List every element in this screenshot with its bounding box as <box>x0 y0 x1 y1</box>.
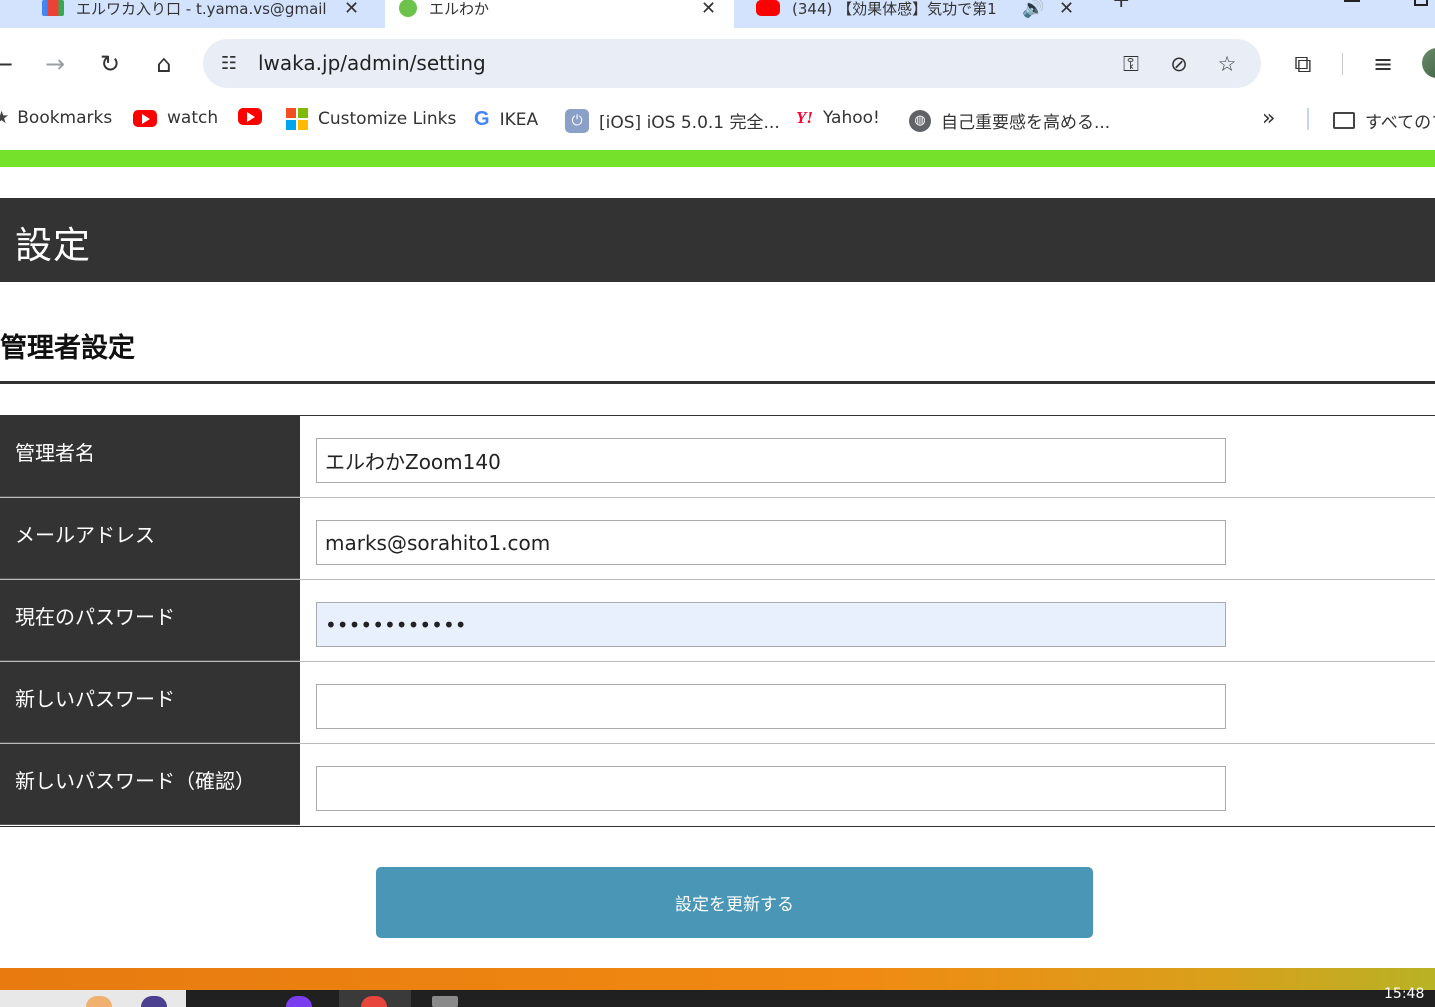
accent-bar <box>0 150 1435 167</box>
taskbar: 15:48 <box>0 986 1435 1007</box>
close-icon[interactable]: ✕ <box>1059 0 1074 19</box>
form-row-new-password: 新しいパスワード <box>0 662 1435 744</box>
close-icon[interactable]: ✕ <box>701 0 716 19</box>
update-settings-button[interactable]: 設定を更新する <box>376 867 1093 938</box>
url-text[interactable]: lwaka.jp/admin/setting <box>258 51 486 75</box>
bookmark-item[interactable]: G IKEA <box>474 108 538 131</box>
field-label: 新しいパスワード <box>0 662 300 743</box>
site-settings-icon[interactable]: ☷ <box>217 51 241 75</box>
section-title: 管理者設定 <box>0 333 135 364</box>
page-header: 設定 <box>0 198 1435 282</box>
tab-strip: エルワカ入り口 - t.yama.vs@gmail ✕ エルわか ✕ (344)… <box>0 0 1435 28</box>
chevron-right-double-icon[interactable]: » <box>1262 106 1275 131</box>
tab-gmail[interactable]: エルワカ入り口 - t.yama.vs@gmail ✕ <box>0 0 385 28</box>
gmail-icon <box>42 0 64 16</box>
folder-icon <box>1333 112 1355 129</box>
avatar[interactable] <box>1422 48 1435 78</box>
bookmark-label: Bookmarks <box>17 108 113 128</box>
form-row-current-password: 現在のパスワード <box>0 580 1435 662</box>
bookmark-item[interactable]: ⏻ [iOS] iOS 5.0.1 完全... <box>565 108 780 133</box>
new-password-input[interactable] <box>316 684 1226 729</box>
google-icon: G <box>474 108 490 130</box>
star-icon[interactable]: ☆ <box>1212 49 1242 79</box>
bookmark-item[interactable]: Y! Yahoo! <box>796 108 880 128</box>
admin-name-input[interactable] <box>316 438 1226 483</box>
bookmark-item[interactable]: watch <box>133 108 218 128</box>
microsoft-icon <box>286 108 308 130</box>
reload-icon[interactable]: ↻ <box>95 49 125 79</box>
speaker-icon[interactable]: 🔊 <box>1022 0 1044 19</box>
youtube-icon <box>133 109 157 127</box>
field-label: 現在のパスワード <box>0 580 300 661</box>
form-row-confirm-password: 新しいパスワード（確認） <box>0 744 1435 825</box>
browser-toolbar: ← → ↻ ⌂ ☷ lwaka.jp/admin/setting ⚿ ⊘ ☆ ⧉… <box>0 28 1435 98</box>
page-title: 設定 <box>15 224 91 267</box>
field-label: 新しいパスワード（確認） <box>0 744 300 825</box>
close-icon[interactable]: ✕ <box>344 0 359 19</box>
tab-title: エルわか <box>429 0 490 18</box>
app-icon[interactable] <box>432 996 458 1007</box>
bookmark-label: 自己重要感を高める... <box>941 113 1111 133</box>
bookmark-item[interactable]: ◍ 自己重要感を高める... <box>909 108 1110 133</box>
globe-icon: ◍ <box>909 109 931 132</box>
star-icon: ★ <box>0 108 10 128</box>
app-icon[interactable] <box>86 996 112 1007</box>
all-bookmarks-button[interactable]: すべてのブ <box>1333 108 1435 133</box>
bookmarks-bar: ★ Bookmarks watch Customize Links G IKEA… <box>0 98 1435 142</box>
app-icon[interactable] <box>286 996 312 1007</box>
bookmark-item[interactable]: Customize Links <box>286 108 456 130</box>
field-label: メールアドレス <box>0 498 300 579</box>
chrome-icon[interactable] <box>361 996 387 1007</box>
email-input[interactable] <box>316 520 1226 565</box>
section-divider <box>0 381 1435 384</box>
all-bookmarks-label: すべてのブ <box>1365 113 1435 133</box>
home-icon[interactable]: ⌂ <box>149 49 179 79</box>
bookmarks-divider <box>1307 108 1309 130</box>
tab-title: (344) 【効果体感】気功で第1 <box>792 0 997 18</box>
form-row-admin-name: 管理者名 <box>0 416 1435 498</box>
youtube-icon <box>238 108 262 125</box>
bookmark-label: [iOS] iOS 5.0.1 完全... <box>599 113 780 133</box>
yahoo-icon: Y! <box>796 108 813 127</box>
bookmark-label: IKEA <box>499 109 539 130</box>
eye-off-icon[interactable]: ⊘ <box>1164 49 1194 79</box>
clock[interactable]: 15:48 <box>1384 986 1424 1002</box>
toolbar-divider <box>1342 53 1343 75</box>
back-icon[interactable]: ← <box>0 49 18 79</box>
tab-youtube[interactable]: (344) 【効果体感】気功で第1 🔊 ✕ <box>734 0 1094 28</box>
power-icon: ⏻ <box>565 108 589 133</box>
extensions-icon[interactable]: ⧉ <box>1288 49 1318 79</box>
forward-icon[interactable]: → <box>40 49 70 79</box>
bookmark-label: Customize Links <box>318 109 457 129</box>
bookmark-label: Yahoo! <box>823 108 880 128</box>
leaf-icon <box>399 0 417 17</box>
media-queue-icon[interactable]: ≡ <box>1368 49 1398 79</box>
bookmark-item[interactable]: ★ Bookmarks <box>0 108 112 128</box>
current-password-input[interactable] <box>316 602 1226 647</box>
key-icon[interactable]: ⚿ <box>1116 49 1146 79</box>
youtube-icon <box>756 0 780 16</box>
settings-form-table: 管理者名 メールアドレス 現在のパスワード 新しいパスワード 新しいパスワード（… <box>0 415 1435 827</box>
bookmark-item[interactable] <box>238 108 272 125</box>
field-label: 管理者名 <box>0 416 300 497</box>
address-bar[interactable]: ☷ lwaka.jp/admin/setting ⚿ ⊘ ☆ <box>203 39 1261 88</box>
bookmark-label: watch <box>167 108 219 128</box>
maximize-icon[interactable] <box>1414 0 1428 6</box>
new-tab-icon[interactable]: + <box>1112 0 1130 13</box>
desktop-background <box>0 968 1435 990</box>
tab-title: エルワカ入り口 - t.yama.vs@gmail <box>76 0 327 18</box>
app-icon[interactable] <box>141 996 167 1007</box>
form-row-email: メールアドレス <box>0 498 1435 580</box>
tab-lwaka[interactable]: エルわか ✕ <box>385 0 734 28</box>
confirm-password-input[interactable] <box>316 766 1226 811</box>
minimize-icon[interactable] <box>1344 0 1360 2</box>
